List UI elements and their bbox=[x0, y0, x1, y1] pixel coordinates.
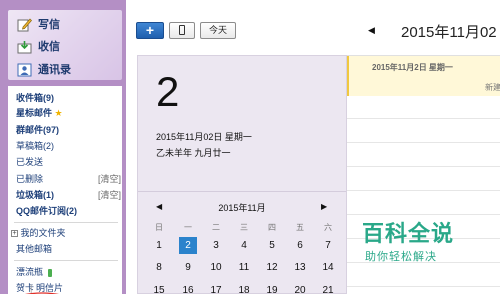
folder-deleted[interactable]: 已删除 bbox=[16, 173, 43, 185]
lunar-date: 乙未羊年 九月廿一 bbox=[156, 148, 231, 158]
folder-drafts[interactable]: 草稿箱(2) bbox=[16, 140, 54, 152]
calendar-day-cell[interactable]: 15 bbox=[150, 282, 168, 294]
folder-panel: 收件箱(9) 星标邮件 ★ 群邮件(97) 草稿箱(2) 已发送 已删除 [清空… bbox=[8, 86, 122, 294]
time-slot-line bbox=[347, 166, 500, 167]
calendar-day-cell[interactable]: 14 bbox=[319, 259, 337, 276]
weekday-header: 三 bbox=[240, 223, 248, 232]
calendar-day-cell[interactable]: 12 bbox=[263, 259, 281, 276]
bottle-icon bbox=[47, 268, 52, 277]
my-folders-label: 我的文件夹 bbox=[20, 228, 66, 238]
watermark: 百科全说 助你轻松解决 bbox=[362, 222, 454, 264]
calendar-day-cell[interactable]: 7 bbox=[319, 237, 337, 254]
calendar-day-cell[interactable]: 4 bbox=[235, 237, 253, 254]
calendar-day-cell[interactable]: 13 bbox=[291, 259, 309, 276]
phone-icon bbox=[179, 24, 185, 35]
calendar-day-cell[interactable]: 2 bbox=[179, 237, 197, 254]
calendar-day-cell[interactable]: 6 bbox=[291, 237, 309, 254]
calendar-day-cell[interactable]: 1 bbox=[150, 237, 168, 254]
grid-date-header: 2015年11月2日 星期一 bbox=[372, 63, 453, 72]
receive-mail-button[interactable]: 收信 bbox=[17, 38, 60, 56]
new-event-link[interactable]: 新建 bbox=[485, 82, 500, 93]
inbox-icon bbox=[17, 40, 32, 54]
folder-starred[interactable]: 星标邮件 ★ bbox=[16, 107, 63, 119]
folder-divider bbox=[14, 222, 118, 223]
calendar-day-cell[interactable]: 17 bbox=[207, 282, 225, 294]
empty-deleted-link[interactable]: [清空] bbox=[98, 173, 121, 185]
folder-qq-subscriptions[interactable]: QQ邮件订阅(2) bbox=[16, 205, 77, 217]
sidebar: 写信 收信 通讯录 收件箱(9) 星标邮件 ★ 群邮件(97) 草稿箱(2) 已… bbox=[0, 0, 126, 294]
expand-icon: + bbox=[11, 230, 18, 238]
contacts-button[interactable]: 通讯录 bbox=[17, 61, 71, 79]
calendar-day-cell[interactable]: 8 bbox=[150, 259, 168, 276]
folder-starred-label: 星标邮件 bbox=[16, 108, 53, 118]
calendar-day-cell[interactable]: 19 bbox=[263, 282, 281, 294]
weekday-header: 六 bbox=[324, 223, 332, 232]
write-mail-label: 写信 bbox=[38, 19, 60, 31]
calendar-toolbar: + 今天 ◀ 2015年11月02 bbox=[126, 0, 500, 50]
folder-group-mail[interactable]: 群邮件(97) bbox=[16, 124, 59, 136]
folder-inbox[interactable]: 收件箱(9) bbox=[16, 92, 54, 104]
weekday-header: 四 bbox=[268, 223, 276, 232]
mini-calendar-next-button[interactable]: ▶ bbox=[321, 202, 327, 211]
watermark-subtitle: 助你轻松解决 bbox=[365, 251, 437, 263]
calendar-day-cell[interactable]: 20 bbox=[291, 282, 309, 294]
top-actions-panel: 写信 收信 通讯录 bbox=[8, 10, 122, 80]
time-slot-line bbox=[347, 118, 500, 119]
folder-divider-2 bbox=[14, 260, 118, 261]
calendar-day-cell[interactable]: 11 bbox=[235, 259, 253, 276]
day-card: 2 2015年11月02日 星期一 乙未羊年 九月廿一 ◀ 2015年11月 ▶… bbox=[137, 55, 347, 294]
my-folders[interactable]: + 我的文件夹 bbox=[11, 227, 66, 239]
receive-mail-label: 收信 bbox=[38, 41, 60, 53]
other-mailbox[interactable]: 其他邮箱 bbox=[16, 243, 52, 255]
period-title: 2015年11月02 bbox=[401, 24, 497, 41]
address-book-icon bbox=[17, 63, 32, 77]
mini-calendar-title: 2015年11月 bbox=[218, 203, 266, 213]
weekday-header: 二 bbox=[212, 223, 220, 232]
pencil-icon bbox=[17, 18, 32, 32]
calendar-day-cell[interactable]: 10 bbox=[207, 259, 225, 276]
weekday-header: 日 bbox=[155, 223, 163, 232]
calendar-day-cell[interactable]: 18 bbox=[235, 282, 253, 294]
time-slot-line bbox=[347, 286, 500, 287]
watermark-title: 百科全说 bbox=[362, 221, 455, 246]
weekday-header: 五 bbox=[296, 223, 304, 232]
time-slot-line bbox=[347, 142, 500, 143]
calendar-day-cell[interactable]: 21 bbox=[319, 282, 337, 294]
today-button[interactable]: 今天 bbox=[200, 22, 236, 39]
all-day-row[interactable]: 2015年11月2日 星期一 新建 bbox=[347, 56, 500, 96]
folder-junk[interactable]: 垃圾箱(1) bbox=[16, 189, 54, 201]
calendar-day-cell[interactable]: 9 bbox=[179, 259, 197, 276]
drift-bottle-label: 漂流瓶 bbox=[16, 267, 44, 277]
empty-junk-link[interactable]: [清空] bbox=[98, 189, 121, 201]
time-slot-line bbox=[347, 214, 500, 215]
folder-sent[interactable]: 已发送 bbox=[16, 156, 43, 168]
weekday-header: 一 bbox=[184, 223, 192, 232]
contacts-label: 通讯录 bbox=[38, 64, 71, 76]
full-date: 2015年11月02日 星期一 bbox=[156, 132, 252, 142]
phone-view-button[interactable] bbox=[169, 22, 195, 39]
add-event-button[interactable]: + bbox=[136, 22, 164, 39]
prev-period-button[interactable]: ◀ bbox=[368, 25, 375, 36]
drift-bottle[interactable]: 漂流瓶 bbox=[16, 266, 52, 278]
big-day-number: 2 bbox=[156, 68, 180, 115]
card-divider bbox=[138, 191, 346, 192]
calendar-day-cell[interactable]: 3 bbox=[207, 237, 225, 254]
calendar-day-cell[interactable]: 16 bbox=[179, 282, 197, 294]
calendar-day-cell[interactable]: 5 bbox=[263, 237, 281, 254]
write-mail-button[interactable]: 写信 bbox=[17, 16, 60, 34]
star-icon: ★ bbox=[54, 108, 63, 118]
time-slot-line bbox=[347, 190, 500, 191]
